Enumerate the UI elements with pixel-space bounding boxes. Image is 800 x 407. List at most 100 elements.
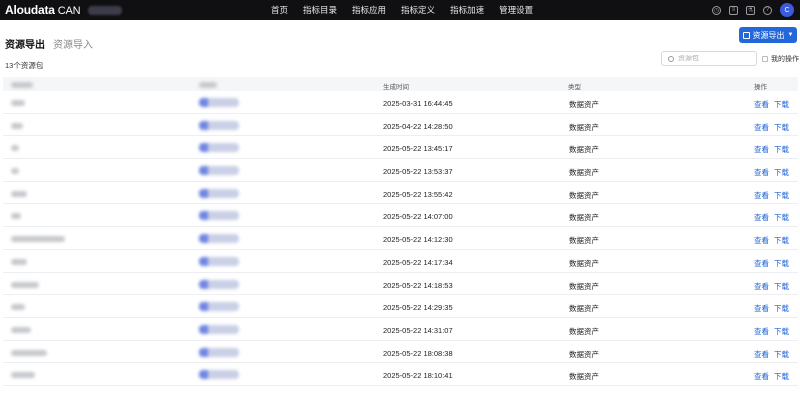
view-link[interactable]: 查看 [754,303,769,314]
view-link[interactable]: 查看 [754,99,769,110]
column-header-actions: 操作 [754,84,767,91]
generated-time: 2025-05-22 18:08:38 [383,348,453,358]
my-operations-filter[interactable]: 我的操作 [762,54,799,64]
download-link[interactable]: 下载 [774,349,789,360]
chevron-down-icon: ▼ [787,32,794,38]
resource-export-button[interactable]: 资源导出 ▼ [739,27,797,43]
table-row: 2025-04-22 14:28:50 数据资产 查看 下载 [3,114,798,137]
download-link[interactable]: 下载 [774,144,789,155]
generated-time: 2025-05-22 13:45:17 [383,144,453,154]
flask-icon[interactable]: ⚗ [746,5,755,15]
user-avatar[interactable]: C [780,3,794,17]
nav-item-home[interactable]: 首页 [271,0,288,20]
creator-redacted [199,211,239,221]
nav-item-metric-acceleration[interactable]: 指标加速 [450,0,484,20]
generated-time: 2025-05-22 13:55:42 [383,189,453,199]
package-name-redacted [11,326,31,333]
header-creator-redacted [199,82,217,88]
search-input[interactable] [678,55,748,62]
download-link[interactable]: 下载 [774,258,789,269]
download-link[interactable]: 下载 [774,303,789,314]
generated-time: 2025-05-22 14:07:00 [383,212,453,222]
download-link[interactable]: 下载 [774,190,789,201]
download-link[interactable]: 下载 [774,212,789,223]
view-link[interactable]: 查看 [754,349,769,360]
nav-item-metric-definition[interactable]: 指标定义 [401,0,435,20]
search-icon [668,55,674,62]
download-link[interactable]: 下载 [774,122,789,133]
package-count: 13个资源包 [5,61,44,70]
download-link[interactable]: 下载 [774,281,789,292]
package-name-redacted [11,122,23,129]
view-link[interactable]: 查看 [754,326,769,337]
generated-time: 2025-05-22 18:10:41 [383,371,453,381]
asset-type: 数据资产 [569,213,599,223]
generated-time: 2025-05-22 14:29:35 [383,303,453,313]
nav-item-metric-application[interactable]: 指标应用 [352,0,386,20]
generated-time: 2025-05-22 13:53:37 [383,167,453,177]
view-link[interactable]: 查看 [754,235,769,246]
table-row: 2025-05-22 14:29:35 数据资产 查看 下载 [3,295,798,318]
table-row: 2025-05-22 13:55:42 数据资产 查看 下载 [3,182,798,205]
generated-time: 2025-05-22 14:31:07 [383,325,453,335]
view-link[interactable]: 查看 [754,212,769,223]
download-link[interactable]: 下载 [774,326,789,337]
table-row: 2025-05-22 14:07:00 数据资产 查看 下载 [3,204,798,228]
table-row: 2025-05-22 13:53:37 数据资产 查看 下载 [3,159,798,182]
asset-type: 数据资产 [569,236,599,246]
table-row: 2025-05-22 14:12:30 数据资产 查看 下载 [3,227,798,250]
document-icon[interactable]: ≡ [729,5,738,15]
download-link[interactable]: 下载 [774,167,789,178]
view-link[interactable]: 查看 [754,122,769,133]
table-row: 2025-05-22 18:10:41 数据资产 查看 下载 [3,363,798,386]
asset-type: 数据资产 [569,145,599,155]
view-link[interactable]: 查看 [754,281,769,292]
help-icon[interactable]: ? [763,5,772,15]
header-name-redacted [11,82,33,88]
creator-redacted [199,120,239,130]
column-header-type: 类型 [568,84,581,91]
creator-redacted [199,256,239,266]
creator-redacted [199,302,239,312]
nav-item-admin-settings[interactable]: 管理设置 [499,0,533,20]
export-button-label: 资源导出 [752,30,785,40]
view-link[interactable]: 查看 [754,144,769,155]
tab-resource-export[interactable]: 资源导出 [5,36,45,51]
clock-icon[interactable]: ◷ [712,5,721,15]
view-link[interactable]: 查看 [754,258,769,269]
asset-type: 数据资产 [569,122,599,132]
resource-table: 生成时间 类型 操作 2025-03-31 16:44:45 数据资产 查看 下载 20… [3,77,798,386]
export-icon [742,31,750,39]
my-operations-label: 我的操作 [771,56,799,63]
nav-item-metric-catalog[interactable]: 指标目录 [303,0,337,20]
asset-type: 数据资产 [569,281,599,291]
creator-redacted [199,188,239,198]
table-row: 2025-05-22 14:18:53 数据资产 查看 下载 [3,273,798,296]
page-tabs: 资源导出 资源导入 [5,36,101,51]
creator-redacted [199,166,239,176]
asset-type: 数据资产 [569,372,599,382]
main-nav: 首页 指标目录 指标应用 指标定义 指标加速 管理设置 [271,0,548,20]
view-link[interactable]: 查看 [754,371,769,382]
table-header: 生成时间 类型 操作 [3,77,798,91]
generated-time: 2025-05-22 14:18:53 [383,280,453,290]
search-box[interactable] [661,51,757,66]
asset-type: 数据资产 [569,326,599,336]
download-link[interactable]: 下载 [774,235,789,246]
download-link[interactable]: 下载 [774,99,789,110]
table-row: 2025-03-31 16:44:45 数据资产 查看 下载 [3,91,798,114]
download-link[interactable]: 下载 [774,371,789,382]
creator-redacted [199,370,239,380]
app-logo[interactable]: Aloudata CAN [5,3,81,17]
asset-type: 数据资产 [569,258,599,268]
my-operations-checkbox[interactable] [762,56,768,62]
view-link[interactable]: 查看 [754,167,769,178]
tenant-name-redacted[interactable] [88,6,122,15]
creator-redacted [199,98,239,107]
view-link[interactable]: 查看 [754,190,769,201]
asset-type: 数据资产 [569,349,599,359]
package-name-redacted [11,100,25,106]
package-name-redacted [11,349,47,356]
creator-redacted [199,279,239,289]
tab-resource-import[interactable]: 资源导入 [53,36,93,51]
